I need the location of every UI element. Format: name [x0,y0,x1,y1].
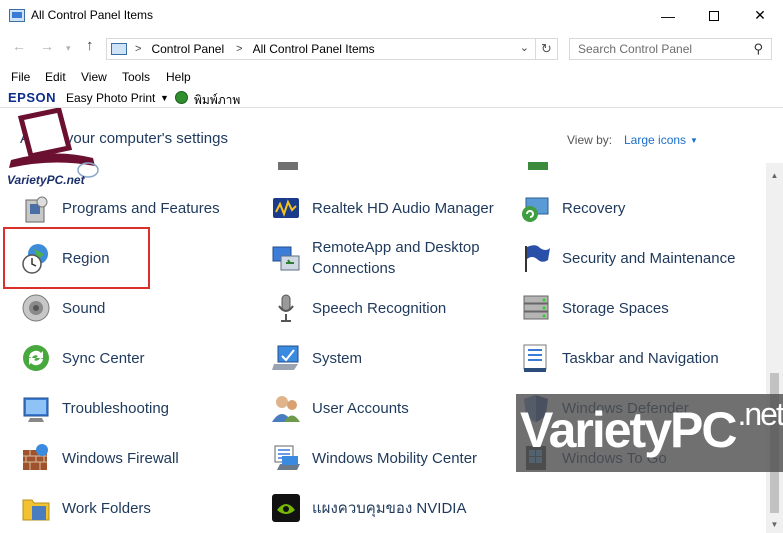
nvidia-icon [272,494,300,522]
control-panel-item[interactable]: Realtek HD Audio Manager [270,188,494,228]
menu-view[interactable]: View [81,70,107,84]
programs-features-icon [25,196,48,223]
control-panel-item[interactable]: Work Folders [20,488,151,528]
item-label[interactable]: Realtek HD Audio Manager [312,198,494,219]
address-toolbar: ← → ▾ ↑ > Control Panel > All Control Pa… [0,32,783,64]
control-panel-item[interactable]: User Accounts [270,388,409,428]
control-panel-item[interactable]: Speech Recognition [270,288,446,328]
item-label[interactable]: Sync Center [62,348,145,369]
partial-row-icon [278,162,298,170]
control-panel-item[interactable]: System [270,338,362,378]
troubleshooting-icon [23,397,49,422]
epson-toolbar: EPSON Easy Photo Print ▼ พิมพ์ภาพ [0,88,783,108]
control-panel-item[interactable]: แผงควบคุมของ NVIDIA [270,488,466,528]
control-panel-item[interactable]: Security and Maintenance [520,238,735,278]
watermark-text: VarietyPC.net [520,396,783,458]
control-panel-icon [111,43,127,55]
minimize-button[interactable]: — [645,0,691,31]
address-bar[interactable]: > Control Panel > All Control Panel Item… [106,38,536,60]
microphone-icon [278,294,294,322]
control-panel-item[interactable]: Windows Mobility Center [270,438,477,478]
forward-button[interactable]: → [40,38,54,54]
scroll-down-arrow[interactable]: ▼ [766,520,783,529]
chevron-down-icon[interactable]: ▼ [160,93,169,103]
item-label[interactable]: Sound [62,298,105,319]
vertical-scrollbar[interactable]: ▲ ▼ [766,163,783,533]
control-panel-item[interactable]: Programs and Features [20,188,220,228]
control-panel-item[interactable]: RemoteApp and Desktop Connections [270,238,502,278]
control-panel-item[interactable]: Sync Center [20,338,145,378]
maximize-icon [709,10,719,21]
breadcrumb-separator[interactable]: > [236,43,242,55]
epson-logo: EPSON [8,90,57,105]
breadcrumb-separator[interactable]: > [135,43,141,55]
control-panel-item[interactable]: Troubleshooting [20,388,169,428]
control-panel-item[interactable]: Recovery [520,188,625,228]
recovery-icon [522,197,549,222]
item-label[interactable]: Windows Mobility Center [312,448,477,469]
highlight-annotation [3,227,150,289]
view-by-label: View by: [567,133,613,147]
remoteapp-icon [272,246,300,271]
item-label[interactable]: Taskbar and Navigation [562,348,719,369]
view-by-dropdown[interactable]: Large icons [624,133,686,147]
search-placeholder: Search Control Panel [578,42,693,56]
item-label[interactable]: User Accounts [312,398,409,419]
search-icon[interactable]: ⚲ [753,41,763,57]
scroll-up-arrow[interactable]: ▲ [766,171,783,180]
item-label[interactable]: RemoteApp and Desktop Connections [312,237,502,279]
taskbar-icon [523,344,547,372]
maximize-button[interactable] [691,0,737,31]
control-panel-item[interactable]: Taskbar and Navigation [520,338,719,378]
menu-tools[interactable]: Tools [122,70,150,84]
breadcrumb-control-panel[interactable]: Control Panel [151,42,224,56]
item-label[interactable]: Work Folders [62,498,151,519]
window-title: All Control Panel Items [31,8,154,22]
menu-file[interactable]: File [11,70,30,84]
item-label[interactable]: Storage Spaces [562,298,669,319]
speaker-icon [22,294,50,322]
menu-help[interactable]: Help [166,70,191,84]
search-input[interactable]: Search Control Panel ⚲ [569,38,772,60]
storage-spaces-icon [523,295,549,320]
close-button[interactable]: ✕ [737,0,783,31]
back-button[interactable]: ← [12,38,26,54]
item-label[interactable]: Troubleshooting [62,398,169,419]
title-bar: All Control Panel Items — ✕ [0,0,783,32]
item-label[interactable]: Programs and Features [62,198,220,219]
recent-locations-button[interactable]: ▾ [66,43,71,54]
item-label[interactable]: Windows Firewall [62,448,179,469]
varietypc-logo: VarietyPC.net [7,108,99,187]
security-flag-icon [525,245,550,272]
print-photo-button[interactable]: พิมพ์ภาพ [194,91,240,110]
print-photo-icon[interactable] [175,91,188,104]
chevron-down-icon[interactable]: ▼ [690,136,698,145]
partial-row-icon [528,162,548,170]
control-panel-icon [9,9,25,22]
refresh-button[interactable]: ↻ [536,38,558,60]
control-panel-item[interactable]: Sound [20,288,105,328]
mobility-center-icon [274,445,300,470]
menu-edit[interactable]: Edit [45,70,66,84]
item-label[interactable]: System [312,348,362,369]
watermark-overlay: VarietyPC.net [516,394,783,472]
control-panel-item[interactable]: Windows Firewall [20,438,179,478]
item-label[interactable]: แผงควบคุมของ NVIDIA [312,498,466,519]
svg-text:VarietyPC.net: VarietyPC.net [7,173,86,187]
sync-icon [23,345,49,371]
up-button[interactable]: ↑ [86,37,94,54]
control-panel-item[interactable]: Storage Spaces [520,288,669,328]
user-accounts-icon [272,396,300,422]
address-dropdown-icon[interactable]: ⌄ [520,41,529,54]
system-icon [272,345,299,370]
item-label[interactable]: Recovery [562,198,625,219]
work-folders-icon [22,499,50,521]
item-label[interactable]: Speech Recognition [312,298,446,319]
breadcrumb-all-items[interactable]: All Control Panel Items [253,42,375,56]
realtek-audio-icon [273,198,299,218]
easy-photo-print-button[interactable]: Easy Photo Print [66,91,155,105]
firewall-icon [23,444,48,470]
item-label[interactable]: Security and Maintenance [562,248,735,269]
